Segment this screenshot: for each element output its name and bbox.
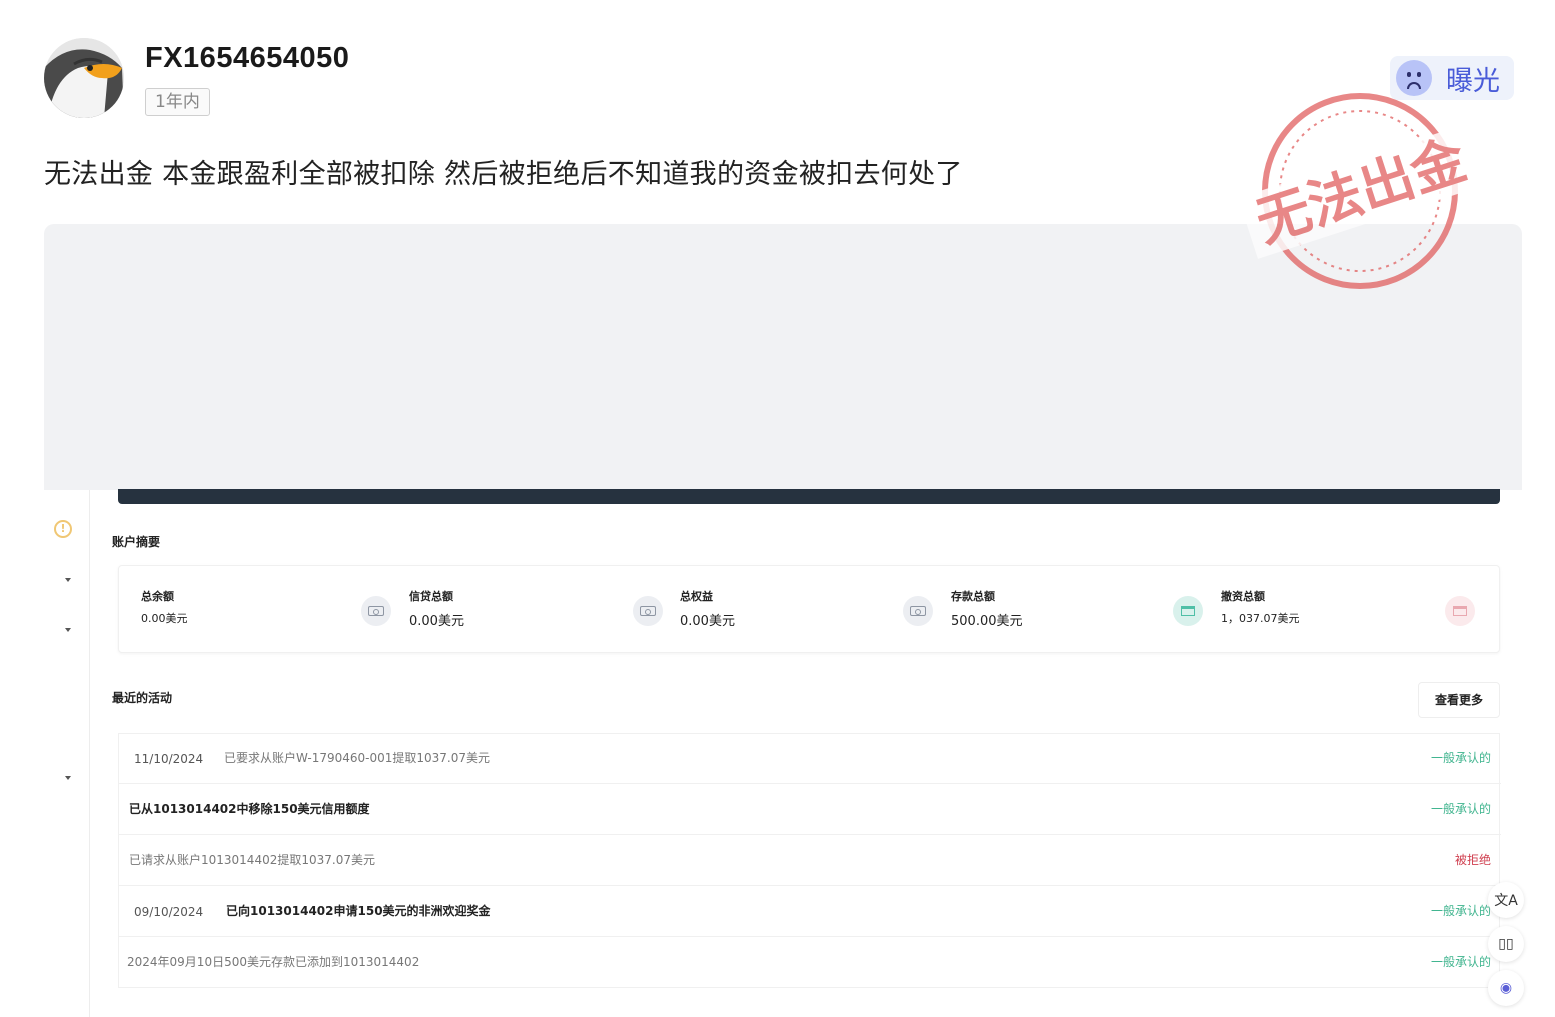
screenshot-blank-area [44,224,1522,490]
stat-total-credit: 信贷总额 0.00美元 [409,588,464,629]
user-avatar[interactable] [44,38,124,118]
activity-row[interactable]: 2024年09月10日500美元存款已添加到1013014402 一般承认的 [119,938,1501,988]
chevron-down-icon [65,776,71,780]
deposit-icon [1173,596,1203,626]
chevron-down-icon [65,578,71,582]
withdraw-icon [1445,596,1475,626]
attached-screenshot[interactable]: ! 账户摘要 总余额 0.00美元 信贷总额 0.00美元 总权益 0.00美元… [44,224,1522,1017]
sad-face-icon [1396,60,1432,96]
assistant-icon[interactable]: ◉ [1488,970,1524,1006]
expose-label: 曝光 [1446,65,1500,97]
eagle-avatar-icon [44,38,124,118]
account-summary-card: 总余额 0.00美元 信贷总额 0.00美元 总权益 0.00美元 存款总额 5… [118,565,1500,653]
activity-status: 一般承认的 [1430,904,1491,918]
stat-value: 1，037.07美元 [1221,612,1300,625]
expose-button[interactable]: 曝光 [1390,56,1514,100]
activity-text: 已请求从账户1013014402提取1037.07美元 [129,853,375,867]
activity-text: 2024年09月10日500美元存款已添加到1013014402 [127,955,420,969]
stat-label: 存款总额 [951,590,995,603]
activity-text: 已从1013014402中移除150美元信用额度 [129,802,370,816]
activity-date: 09/10/2024 [134,905,204,919]
time-badge: 1年内 [145,88,210,116]
stat-value: 500.00美元 [951,614,1023,629]
header-banner [118,489,1500,504]
activity-status: 一般承认的 [1430,751,1491,765]
stat-label: 总余额 [141,590,174,603]
activity-status: 一般承认的 [1430,955,1491,969]
activity-row[interactable]: 已请求从账户1013014402提取1037.07美元 被拒绝 [119,836,1501,886]
translate-icon[interactable]: 文A [1488,882,1524,918]
cash-icon [633,596,663,626]
stat-total-equity: 总权益 0.00美元 [680,588,735,629]
activity-list: 11/10/2024 已要求从账户W-1790460-001提取1037.07美… [118,733,1501,988]
chevron-down-icon [65,628,71,632]
post-text: 无法出金 本金跟盈利全部被扣除 然后被拒绝后不知道我的资金被扣去何处了 [44,159,963,190]
activity-text: 已向1013014402申请150美元的非洲欢迎奖金 [226,904,491,918]
stat-value: 0.00美元 [141,612,188,625]
cash-icon [361,596,391,626]
stat-total-balance: 总余额 0.00美元 [141,588,188,626]
stat-total-withdrawal: 撤资总额 1，037.07美元 [1221,588,1300,626]
left-rail: ! [44,490,90,1017]
username[interactable]: FX1654654050 [145,42,349,75]
activity-status: 被拒绝 [1454,853,1491,867]
stat-label: 撤资总额 [1221,590,1265,603]
info-icon: ! [54,520,72,538]
activity-row[interactable]: 09/10/2024 已向1013014402申请150美元的非洲欢迎奖金 一般… [119,887,1501,937]
view-more-button[interactable]: 查看更多 [1418,682,1500,718]
activity-text: 已要求从账户W-1790460-001提取1037.07美元 [224,751,491,765]
summary-title: 账户摘要 [112,535,161,549]
stat-value: 0.00美元 [680,614,735,629]
reader-icon[interactable]: ▯▯ [1488,926,1524,962]
stat-value: 0.00美元 [409,614,464,629]
cash-icon [903,596,933,626]
stat-total-deposit: 存款总额 500.00美元 [951,588,1023,629]
stat-label: 信贷总额 [409,590,453,603]
activity-title: 最近的活动 [112,691,173,705]
activity-row[interactable]: 11/10/2024 已要求从账户W-1790460-001提取1037.07美… [119,734,1501,784]
stat-label: 总权益 [680,590,713,603]
activity-status: 一般承认的 [1430,802,1491,816]
activity-row[interactable]: 已从1013014402中移除150美元信用额度 一般承认的 [119,785,1501,835]
activity-date: 11/10/2024 [134,752,204,766]
